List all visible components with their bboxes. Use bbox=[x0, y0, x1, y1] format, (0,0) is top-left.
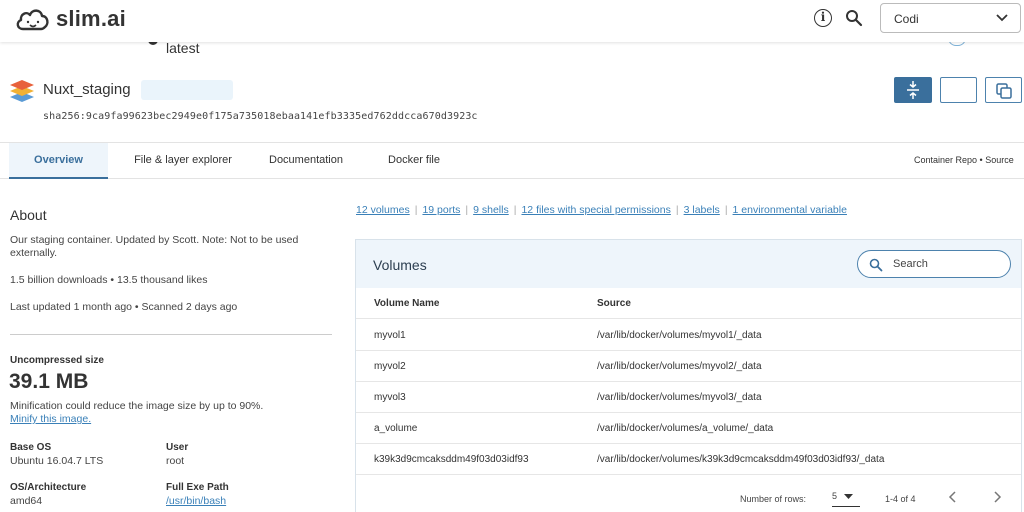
volume-name: myvol1 bbox=[374, 330, 406, 341]
tag-pill[interactable] bbox=[141, 80, 233, 100]
rows-per-page-select[interactable]: 5 bbox=[832, 490, 860, 507]
user-select-value: Codi bbox=[894, 12, 919, 26]
base-os-label: Base OS bbox=[10, 442, 52, 453]
labels-link[interactable]: 3 labels bbox=[684, 204, 720, 216]
volume-name: myvol2 bbox=[374, 361, 406, 372]
copy-button[interactable] bbox=[985, 77, 1022, 103]
pagination: Number of rows: 5 1-4 of 4 bbox=[356, 484, 1021, 512]
volume-source: /var/lib/docker/volumes/myvol2/_data bbox=[597, 361, 762, 372]
separator: | bbox=[724, 204, 728, 216]
user-select[interactable]: Codi bbox=[880, 3, 1021, 33]
update-info: Last updated 1 month ago • Scanned 2 day… bbox=[10, 301, 238, 313]
compress-icon bbox=[907, 81, 919, 99]
separator: | bbox=[465, 204, 469, 216]
arch-value: amd64 bbox=[10, 495, 43, 507]
exe-path-link[interactable]: /usr/bin/bash bbox=[166, 495, 226, 507]
user-value: root bbox=[166, 455, 185, 467]
tab-bar: Overview File & layer explorer Documenta… bbox=[0, 142, 1024, 179]
table-row[interactable]: myvol1 /var/lib/docker/volumes/myvol1/_d… bbox=[356, 320, 1021, 351]
volume-name: myvol3 bbox=[374, 392, 406, 403]
separator: | bbox=[513, 204, 517, 216]
rows-per-page-value: 5 bbox=[832, 491, 838, 501]
size-value: 39.1 MB bbox=[9, 370, 89, 393]
tab-documentation[interactable]: Documentation bbox=[256, 143, 356, 179]
column-header-source[interactable]: Source bbox=[597, 298, 631, 309]
top-bar: slim.ai i Codi bbox=[0, 0, 1024, 42]
tab-overview[interactable]: Overview bbox=[9, 143, 108, 179]
volume-source: /var/lib/docker/volumes/myvol1/_data bbox=[597, 330, 762, 341]
volumes-panel: Volumes Volume Name Source myvol1 /var/l… bbox=[355, 239, 1022, 512]
arch-label: OS/Architecture bbox=[10, 482, 87, 493]
separator: | bbox=[675, 204, 679, 216]
volume-name: a_volume bbox=[374, 423, 418, 434]
table-row[interactable]: k39k3d9cmcaksddm49f03d03idf93 /var/lib/d… bbox=[356, 444, 1021, 475]
volumes-search[interactable] bbox=[857, 250, 1011, 278]
table-row[interactable]: a_volume /var/lib/docker/volumes/a_volum… bbox=[356, 413, 1021, 444]
image-name: Nuxt_staging bbox=[43, 81, 131, 98]
shells-link[interactable]: 9 shells bbox=[473, 204, 509, 216]
repo-source-links[interactable]: Container Repo • Source bbox=[914, 155, 1014, 165]
previous-tag: latest bbox=[166, 40, 200, 56]
separator: | bbox=[414, 204, 418, 216]
table-header: Volume Name Source bbox=[356, 288, 1021, 319]
volumes-link[interactable]: 12 volumes bbox=[356, 204, 410, 216]
volume-source: /var/lib/docker/volumes/k39k3d9cmcaksddm… bbox=[597, 454, 885, 465]
tab-docker-file[interactable]: Docker file bbox=[375, 143, 453, 179]
chevron-down-icon bbox=[996, 14, 1008, 22]
caret-down-icon bbox=[844, 494, 853, 499]
page-range: 1-4 of 4 bbox=[885, 494, 916, 504]
tab-file-layer-explorer[interactable]: File & layer explorer bbox=[118, 143, 248, 179]
rows-per-page-label: Number of rows: bbox=[740, 494, 807, 504]
volumes-title: Volumes bbox=[373, 257, 427, 273]
volumes-header: Volumes bbox=[356, 240, 1021, 288]
logo-cloud-icon[interactable] bbox=[14, 5, 52, 33]
env-variable-link[interactable]: 1 environmental variable bbox=[733, 204, 847, 216]
minify-link[interactable]: Minify this image. bbox=[10, 413, 91, 425]
divider bbox=[10, 334, 332, 335]
search-icon bbox=[869, 258, 883, 272]
exe-path-label: Full Exe Path bbox=[166, 482, 229, 493]
minify-note: Minification could reduce the image size… bbox=[10, 400, 264, 412]
view-button[interactable] bbox=[940, 77, 977, 103]
column-header-volume-name[interactable]: Volume Name bbox=[374, 298, 439, 309]
volume-source: /var/lib/docker/volumes/a_volume/_data bbox=[597, 423, 774, 434]
search-input[interactable] bbox=[893, 256, 1003, 272]
summary-links: 12 volumes | 19 ports | 9 shells | 12 files wi… bbox=[356, 204, 847, 216]
volume-name: k39k3d9cmcaksddm49f03d03idf93 bbox=[374, 454, 529, 465]
copy-icon bbox=[996, 83, 1012, 99]
layers-icon bbox=[10, 80, 34, 102]
table-row[interactable]: myvol3 /var/lib/docker/volumes/myvol3/_d… bbox=[356, 382, 1021, 413]
info-icon[interactable]: i bbox=[814, 9, 832, 27]
ports-link[interactable]: 19 ports bbox=[422, 204, 460, 216]
about-description: Our staging container. Updated by Scott.… bbox=[10, 234, 299, 259]
size-label: Uncompressed size bbox=[10, 355, 104, 366]
base-os-value: Ubuntu 16.04.7 LTS bbox=[10, 455, 104, 467]
image-digest: sha256:9ca9fa99623bec2949e0f175a735018eb… bbox=[43, 111, 478, 122]
about-heading: About bbox=[10, 207, 47, 223]
chevron-left-icon[interactable] bbox=[946, 490, 960, 504]
user-label: User bbox=[166, 442, 189, 453]
brand-name[interactable]: slim.ai bbox=[56, 6, 126, 32]
download-stats: 1.5 billion downloads • 13.5 thousand li… bbox=[10, 274, 208, 286]
volume-source: /var/lib/docker/volumes/myvol3/_data bbox=[597, 392, 762, 403]
compress-button[interactable] bbox=[894, 77, 932, 103]
search-icon[interactable] bbox=[845, 9, 863, 27]
special-permissions-link[interactable]: 12 files with special permissions bbox=[521, 204, 670, 216]
table-row[interactable]: myvol2 /var/lib/docker/volumes/myvol2/_d… bbox=[356, 351, 1021, 382]
chevron-right-icon[interactable] bbox=[990, 490, 1004, 504]
